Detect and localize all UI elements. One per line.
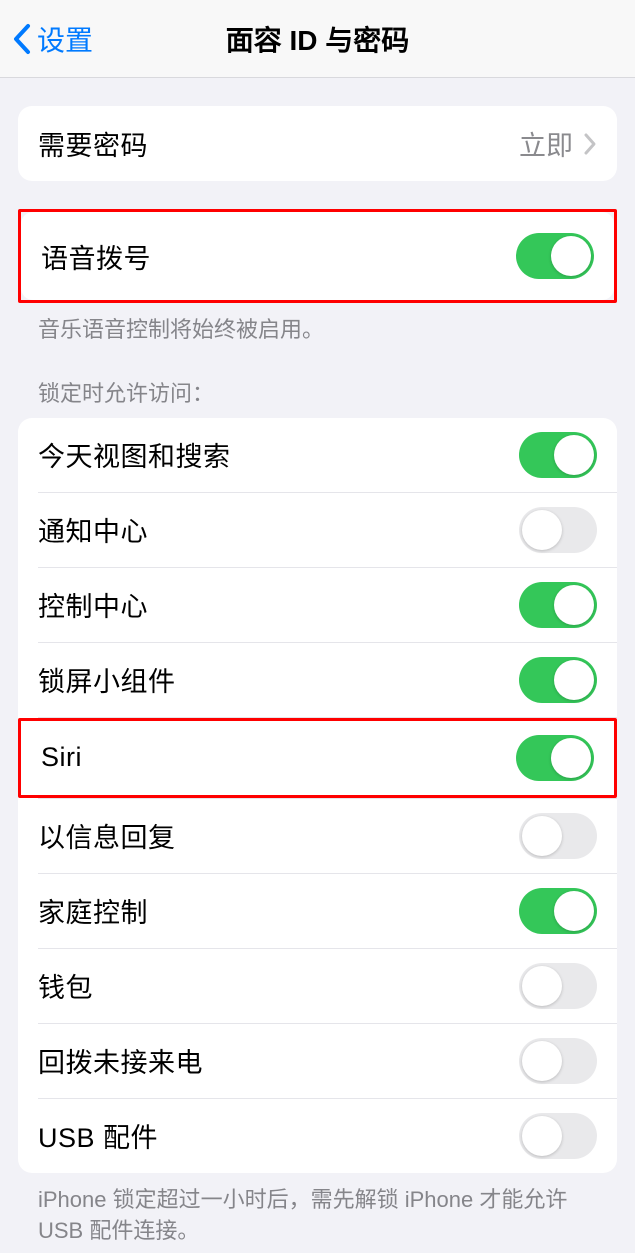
lock-access-row[interactable]: 家庭控制 xyxy=(38,874,617,948)
lock-access-row[interactable]: 锁屏小组件 xyxy=(38,643,617,717)
voice-dial-group: 语音拨号 xyxy=(21,212,614,300)
lock-access-toggle[interactable] xyxy=(519,963,597,1009)
lock-access-label: 控制中心 xyxy=(38,585,148,624)
require-passcode-label: 需要密码 xyxy=(38,124,148,163)
lock-access-label: 钱包 xyxy=(38,966,93,1005)
chevron-left-icon xyxy=(12,23,31,55)
voice-dial-label: 语音拨号 xyxy=(41,237,151,276)
lock-access-row[interactable]: 通知中心 xyxy=(38,493,617,567)
chevron-right-icon xyxy=(583,132,597,156)
lock-access-footer: iPhone 锁定超过一小时后，需先解锁 iPhone 才能允许USB 配件连接… xyxy=(18,1173,617,1247)
back-label: 设置 xyxy=(37,19,93,59)
voice-dial-row[interactable]: 语音拨号 xyxy=(21,212,614,300)
lock-access-toggle[interactable] xyxy=(519,1038,597,1084)
lock-access-label: 以信息回复 xyxy=(38,816,176,855)
lock-access-label: 通知中心 xyxy=(38,510,148,549)
page-title: 面容 ID 与密码 xyxy=(0,19,635,59)
lock-access-label: 今天视图和搜索 xyxy=(38,435,231,474)
lock-access-toggle[interactable] xyxy=(519,432,597,478)
lock-access-row[interactable]: 今天视图和搜索 xyxy=(18,418,617,492)
lock-access-group: 今天视图和搜索通知中心控制中心锁屏小组件 Siri 以信息回复家庭控制钱包回拨未接来… xyxy=(18,418,617,1173)
lock-access-toggle[interactable] xyxy=(519,582,597,628)
lock-access-label: USB 配件 xyxy=(38,1116,158,1155)
require-passcode-group: 需要密码 立即 xyxy=(18,106,617,181)
lock-access-row[interactable]: 以信息回复 xyxy=(38,799,617,873)
lock-access-toggle[interactable] xyxy=(516,735,594,781)
lock-access-row[interactable]: USB 配件 xyxy=(38,1099,617,1173)
lock-access-header: 锁定时允许访问： xyxy=(18,346,617,418)
voice-dial-footer: 音乐语音控制将始终被启用。 xyxy=(18,303,617,346)
lock-access-label: 回拨未接来电 xyxy=(38,1041,203,1080)
back-button[interactable]: 设置 xyxy=(0,19,93,59)
navbar: 设置 面容 ID 与密码 xyxy=(0,0,635,78)
siri-highlight: Siri xyxy=(18,718,617,798)
lock-access-toggle[interactable] xyxy=(519,1113,597,1159)
lock-access-row[interactable]: 控制中心 xyxy=(38,568,617,642)
lock-access-label: 家庭控制 xyxy=(38,891,148,930)
require-passcode-value: 立即 xyxy=(519,124,573,163)
voice-dial-toggle[interactable] xyxy=(516,233,594,279)
lock-access-row[interactable]: 回拨未接来电 xyxy=(38,1024,617,1098)
lock-access-toggle[interactable] xyxy=(519,507,597,553)
lock-access-toggle[interactable] xyxy=(519,888,597,934)
lock-access-toggle[interactable] xyxy=(519,657,597,703)
lock-access-toggle[interactable] xyxy=(519,813,597,859)
voice-dial-highlight: 语音拨号 xyxy=(18,209,617,303)
lock-access-row[interactable]: 钱包 xyxy=(38,949,617,1023)
lock-access-label: Siri xyxy=(41,742,82,773)
lock-access-row[interactable]: Siri xyxy=(21,721,614,795)
require-passcode-row[interactable]: 需要密码 立即 xyxy=(18,106,617,181)
lock-access-label: 锁屏小组件 xyxy=(38,660,176,699)
